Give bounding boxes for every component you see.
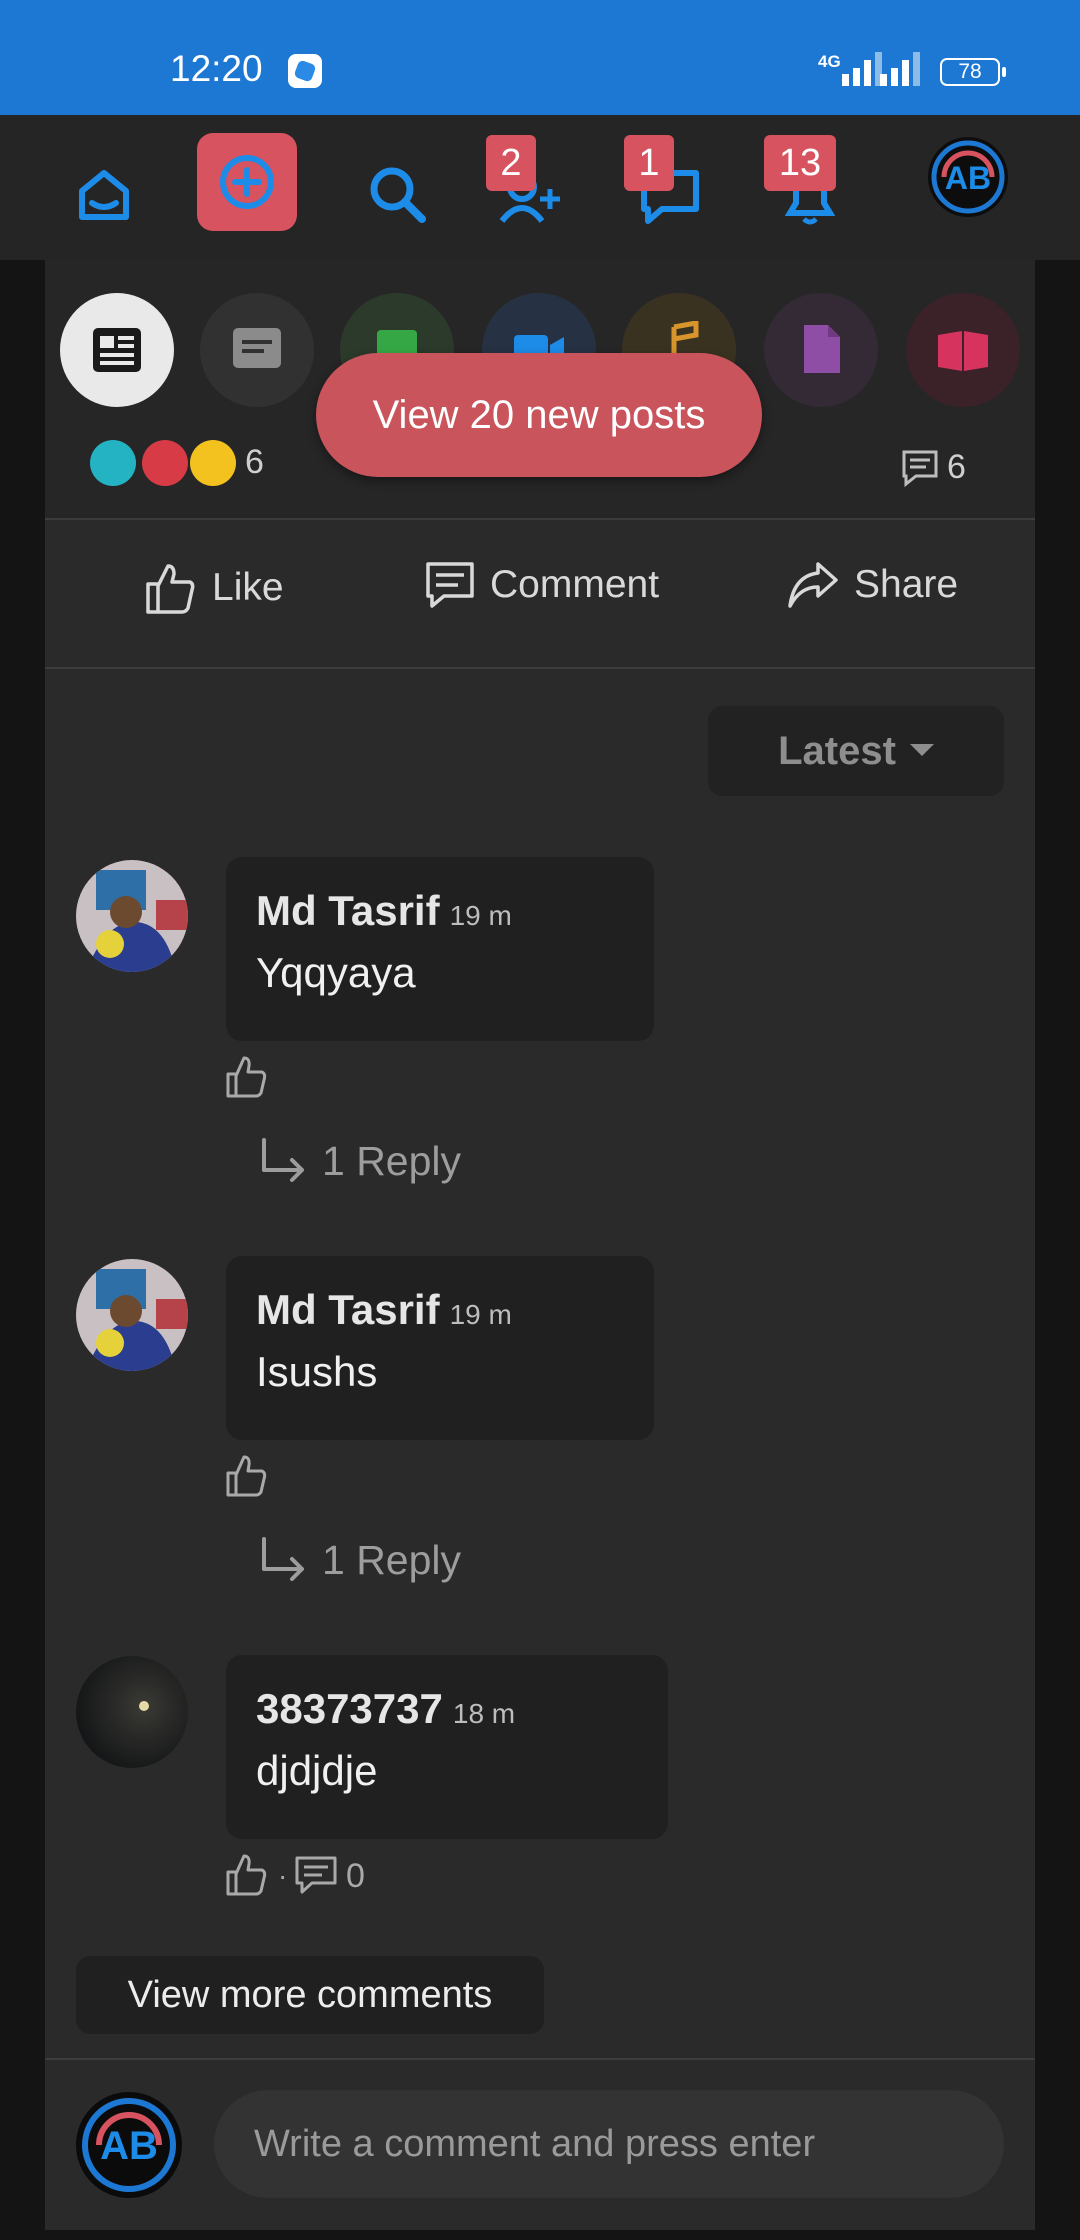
thumbs-up-icon [146, 564, 195, 614]
share-label: Share [854, 563, 959, 606]
comment-icon [426, 562, 474, 608]
comment-text: Isushs [256, 1348, 378, 1395]
text-post-category[interactable] [200, 293, 314, 407]
share-icon [788, 562, 838, 608]
commenter-name[interactable]: Md Tasrif [256, 887, 440, 934]
news-feed-icon [93, 328, 141, 372]
document-icon [804, 325, 840, 373]
post-card [45, 260, 1035, 2230]
comment-button[interactable]: Comment [424, 560, 659, 610]
book-icon [938, 331, 988, 371]
composer-avatar: AB [76, 2092, 182, 2198]
view-more-comments-button[interactable]: View more comments [76, 1956, 544, 2034]
comment-input[interactable] [214, 2090, 1004, 2198]
profile-avatar[interactable]: AB [926, 135, 1010, 219]
app-notification-icon [288, 54, 322, 88]
create-post-button[interactable] [197, 133, 297, 231]
signal-icon-2 [880, 52, 928, 86]
comment-count-icon [902, 450, 938, 488]
like-reaction-icon [90, 440, 136, 486]
commenter-avatar[interactable] [76, 1259, 188, 1371]
divider-top [45, 518, 1035, 520]
commenter-avatar[interactable] [76, 860, 188, 972]
reply-arrow-icon [262, 1537, 304, 1581]
sort-label: Latest [778, 728, 896, 773]
divider-composer [45, 2058, 1035, 2060]
svg-text:AB: AB [100, 2124, 158, 2168]
comment-time: 19 m [449, 900, 512, 931]
separator-dot: · [278, 1860, 288, 1891]
comment-text: Yqqyaya [256, 949, 416, 996]
view-replies-link[interactable]: 1 Reply [258, 1535, 461, 1585]
home-icon[interactable] [64, 155, 144, 235]
comment-sort-dropdown[interactable]: Latest [708, 706, 1004, 796]
comment-time: 18 m [452, 1698, 516, 1729]
commenter-name[interactable]: 38373737 [256, 1685, 443, 1732]
comment-bubble: Md Tasrif 19 m Isushs [226, 1256, 654, 1440]
haha-reaction-icon [190, 440, 236, 486]
comment-bubble: Md Tasrif 19 m Yqqyaya [226, 857, 654, 1041]
view-replies-link[interactable]: 1 Reply [258, 1136, 461, 1186]
commenter-name[interactable]: Md Tasrif [256, 1286, 440, 1333]
friend-requests-badge: 2 [486, 135, 536, 191]
comment-text: djdjdje [256, 1747, 378, 1794]
like-label: Like [212, 566, 284, 609]
network-type: 4G [818, 52, 841, 71]
reply-count-label: 1 Reply [322, 1536, 462, 1583]
chevron-down-icon [909, 744, 934, 756]
commenter-avatar[interactable] [76, 1656, 188, 1768]
news-feed-category[interactable] [60, 293, 174, 407]
comment-time: 19 m [449, 1299, 512, 1330]
share-button[interactable]: Share [786, 560, 958, 610]
messages-badge: 1 [624, 135, 674, 191]
reply-count: 0 [346, 1857, 365, 1895]
status-time: 12:20 [170, 48, 263, 89]
like-button[interactable]: Like [142, 560, 284, 616]
reply-count-label: 1 Reply [322, 1137, 462, 1184]
page-gutter [0, 260, 45, 2240]
reply-comment-icon[interactable] [294, 1855, 338, 1895]
comment-bubble: 38373737 18 m djdjdje [226, 1655, 668, 1839]
text-post-icon [233, 328, 281, 368]
svg-text:AB: AB [945, 160, 991, 196]
document-category[interactable] [764, 293, 878, 407]
reply-arrow-icon [262, 1138, 304, 1182]
comment-like-icon[interactable] [224, 1453, 270, 1499]
view-new-posts-button[interactable]: View 20 new posts [316, 353, 762, 477]
create-post-icon [220, 155, 274, 209]
comment-like-icon[interactable] [224, 1054, 270, 1100]
comment-count: 6 [947, 448, 966, 486]
divider-bottom [45, 667, 1035, 669]
comment-like-icon[interactable] [224, 1852, 270, 1898]
comment-label: Comment [490, 563, 660, 606]
notifications-badge: 13 [764, 135, 836, 191]
love-reaction-icon [142, 440, 188, 486]
reaction-icons[interactable] [90, 438, 240, 490]
book-category[interactable] [906, 293, 1020, 407]
reaction-count: 6 [245, 443, 264, 481]
search-icon[interactable] [358, 155, 438, 235]
top-nav-bar: 2 1 13 AB [0, 115, 1080, 260]
battery-icon: 78 [940, 58, 1006, 86]
